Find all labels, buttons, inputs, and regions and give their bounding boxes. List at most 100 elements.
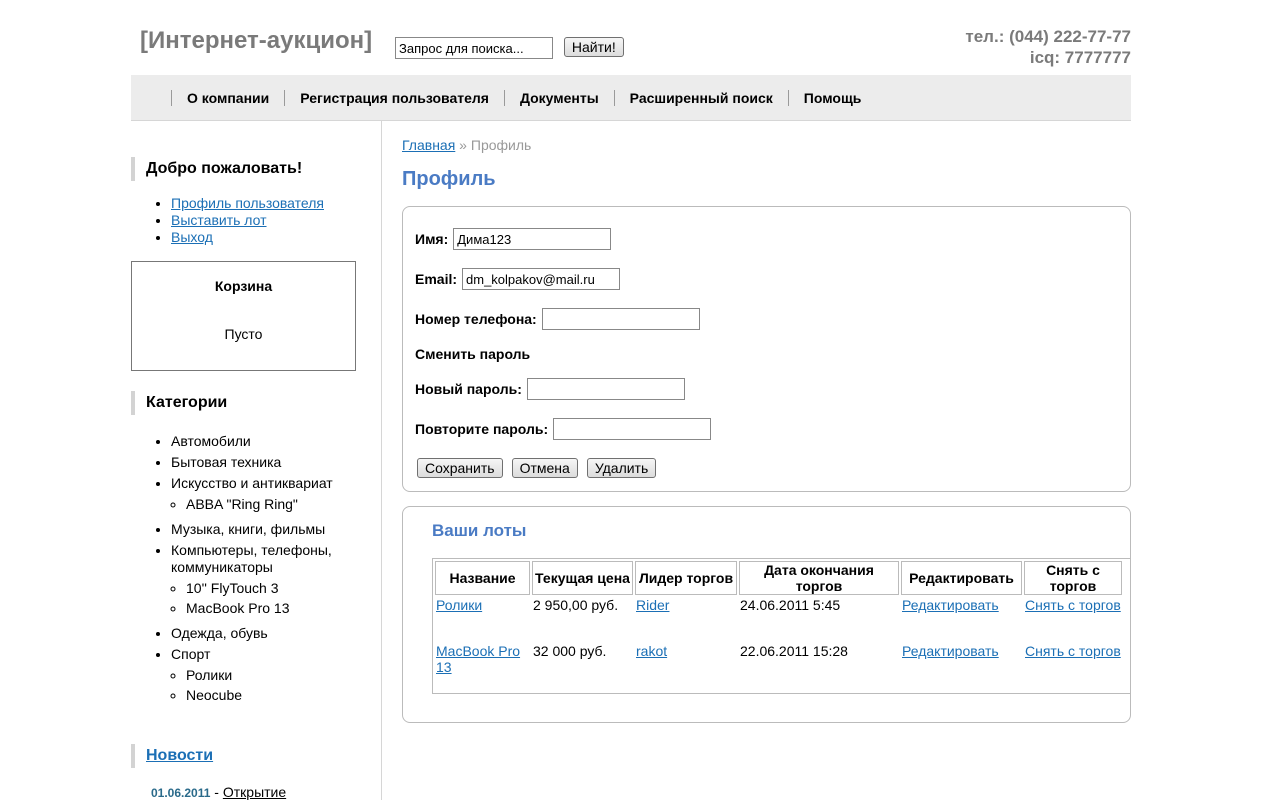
subcategory-list: 10'' FlyTouch 3 MacBook Pro 13 — [171, 580, 381, 617]
profile-link[interactable]: Профиль пользователя — [171, 195, 324, 211]
icq-text: icq: 7777777 — [1029, 48, 1131, 67]
category-item[interactable]: Спорт Ролики Neocube — [171, 646, 381, 704]
column-header-price: Текущая цена — [532, 561, 633, 595]
cancel-button[interactable]: Отмена — [511, 458, 578, 478]
lots-table: Название Текущая цена Лидер торгов Дата … — [433, 559, 1124, 689]
category-label[interactable]: Искусство и антиквариат — [171, 475, 333, 491]
table-header-row: Название Текущая цена Лидер торгов Дата … — [435, 561, 1122, 595]
name-field[interactable] — [453, 228, 612, 250]
email-field[interactable] — [462, 268, 621, 290]
news-separator: - — [210, 784, 223, 800]
delete-button[interactable]: Удалить — [586, 458, 657, 478]
list-item: Профиль пользователя — [171, 195, 324, 212]
cell-remove: Снять с торгов — [1024, 597, 1122, 641]
change-password-heading: Сменить пароль — [415, 346, 530, 362]
nav-item-documents[interactable]: Документы — [503, 89, 614, 106]
category-item[interactable]: Бытовая техника — [171, 454, 381, 471]
nav-item-advanced-search[interactable]: Расширенный поиск — [613, 89, 788, 106]
subcategory-list: Ролики Neocube — [171, 667, 381, 704]
subcategory-item[interactable]: Ролики — [186, 667, 381, 684]
phone-field[interactable] — [541, 308, 700, 330]
cart-title: Корзина — [214, 278, 273, 294]
save-button[interactable]: Сохранить — [417, 458, 503, 478]
category-item[interactable]: Компьютеры, телефоны, коммуникаторы 10''… — [171, 542, 381, 617]
news-link[interactable]: Новости — [146, 747, 213, 764]
list-item: Выход — [171, 229, 324, 246]
news-item-link[interactable]: Открытие — [223, 784, 286, 800]
table-row: Ролики 2 950,00 руб. Rider 24.06.2011 5:… — [435, 597, 1122, 641]
edit-link[interactable]: Редактировать — [902, 643, 999, 659]
cell-date: 22.06.2011 15:28 — [740, 643, 848, 659]
cart-empty-text: Пусто — [224, 326, 263, 342]
new-password-label: Новый пароль: — [415, 381, 522, 397]
column-header-end-date: Дата окончания торгов — [739, 561, 899, 595]
search-button[interactable]: Найти! — [563, 37, 624, 57]
category-label[interactable]: Компьютеры, телефоны, коммуникаторы — [171, 542, 332, 575]
edit-link[interactable]: Редактировать — [902, 597, 999, 613]
cell-edit: Редактировать — [901, 643, 1022, 687]
profile-form: Имя: Email: Номер телефона: Сменить паро… — [402, 206, 1131, 492]
cart-box: Корзина Пусто — [131, 261, 356, 371]
category-label[interactable]: Спорт — [171, 646, 210, 662]
change-password-label: Сменить пароль — [415, 346, 531, 362]
subcategory-item[interactable]: MacBook Pro 13 — [186, 600, 381, 617]
news-heading: Новости — [131, 744, 213, 768]
cell-remove: Снять с торгов — [1024, 643, 1122, 687]
phone-row: Номер телефона: — [415, 308, 700, 330]
table-row: MacBook Pro 13 32 000 руб. rakot 22.06.2… — [435, 643, 1122, 687]
nav-item-register[interactable]: Регистрация пользователя — [284, 89, 504, 106]
breadcrumb-home-link[interactable]: Главная — [402, 137, 455, 153]
subcategory-item[interactable]: 10'' FlyTouch 3 — [186, 580, 381, 597]
leader-link[interactable]: Rider — [636, 597, 669, 613]
page: [Интернет-аукцион] Найти! тел.: (044) 22… — [131, 0, 1131, 800]
site-logo[interactable]: [Интернет-аукцион] — [140, 27, 372, 55]
name-row: Имя: — [415, 228, 612, 250]
remove-link[interactable]: Снять с торгов — [1025, 597, 1121, 613]
repeat-password-label: Повторите пароль: — [415, 421, 549, 437]
new-password-row: Новый пароль: — [415, 378, 685, 400]
nav-item-about[interactable]: О компании — [171, 89, 284, 106]
repeat-password-field[interactable] — [553, 418, 712, 440]
user-links: Профиль пользователя Выставить лот Выход — [171, 195, 324, 246]
news-date: 01.06.2011 — [151, 786, 211, 800]
email-label: Email: — [415, 271, 458, 287]
sidebar: Добро пожаловать! Профиль пользователя В… — [131, 121, 382, 800]
search-input[interactable] — [395, 37, 553, 59]
phone-text: тел.: (044) 222-77-77 — [965, 27, 1131, 46]
main-nav: О компании Регистрация пользователя Доку… — [131, 75, 1131, 120]
nav-item-help[interactable]: Помощь — [787, 89, 877, 106]
category-item[interactable]: Автомобили — [171, 433, 381, 450]
lot-name-link[interactable]: Ролики — [436, 597, 482, 613]
welcome-heading: Добро пожаловать! — [131, 157, 302, 181]
cell-name: MacBook Pro 13 — [435, 643, 530, 687]
category-item[interactable]: Одежда, обувь — [171, 625, 381, 642]
column-header-leader: Лидер торгов — [635, 561, 737, 595]
lot-name-link[interactable]: MacBook Pro 13 — [436, 643, 520, 675]
lots-table-wrap: Название Текущая цена Лидер торгов Дата … — [432, 558, 1131, 694]
news-item: 01.06.2011 - Открытие — [151, 784, 286, 800]
name-label: Имя: — [415, 231, 449, 247]
email-row: Email: — [415, 268, 621, 290]
breadcrumb-separator: » — [455, 137, 471, 153]
remove-link[interactable]: Снять с торгов — [1025, 643, 1121, 659]
cell-leader: rakot — [635, 643, 737, 687]
repeat-password-row: Повторите пароль: — [415, 418, 712, 440]
categories-heading: Категории — [131, 391, 227, 415]
category-item[interactable]: Искусство и антиквариат ABBA "Ring Ring" — [171, 475, 381, 513]
page-title: Профиль — [402, 168, 496, 190]
cell-edit: Редактировать — [901, 597, 1022, 641]
cell-price: 2 950,00 руб. — [533, 597, 619, 613]
categories-list: Автомобили Бытовая техника Искусство и а… — [171, 433, 381, 712]
new-password-field[interactable] — [526, 378, 685, 400]
cell-leader: Rider — [635, 597, 737, 641]
category-item[interactable]: Музыка, книги, фильмы — [171, 521, 381, 538]
leader-link[interactable]: rakot — [636, 643, 667, 659]
cell-price: 32 000 руб. — [533, 643, 607, 659]
lots-panel: Ваши лоты Название Текущая цена Лидер то… — [402, 506, 1131, 723]
subcategory-item[interactable]: ABBA "Ring Ring" — [186, 496, 381, 513]
form-buttons: Сохранить Отмена Удалить — [417, 458, 657, 478]
logout-link[interactable]: Выход — [171, 229, 213, 245]
subcategory-item[interactable]: Neocube — [186, 687, 381, 704]
add-lot-link[interactable]: Выставить лот — [171, 212, 267, 228]
lots-title: Ваши лоты — [432, 521, 527, 540]
